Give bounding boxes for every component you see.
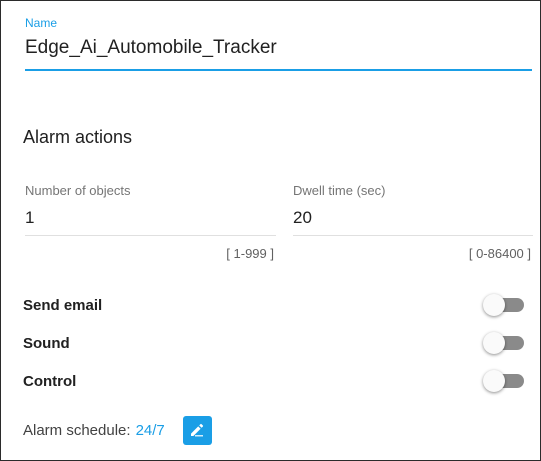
pencil-icon [191,423,204,437]
number-of-objects-range: [ 1-999 ] [226,246,274,261]
sound-toggle-thumb [483,332,505,354]
alarm-schedule-value[interactable]: 24/7 [136,422,165,439]
send-email-toggle[interactable] [483,294,525,316]
name-input[interactable] [25,36,532,60]
dwell-time-input[interactable] [293,208,533,228]
name-underline [25,69,532,71]
send-email-toggle-thumb [483,294,505,316]
control-row: Control [23,369,525,393]
dwell-time-range: [ 0-86400 ] [468,246,531,261]
dwell-time-label: Dwell time (sec) [293,183,386,198]
number-of-objects-label: Number of objects [25,183,131,198]
control-toggle[interactable] [483,370,525,392]
number-of-objects-field: Number of objects [ 1-999 ] [25,183,276,261]
send-email-label: Send email [23,296,103,314]
dwell-time-field: Dwell time (sec) [ 0-86400 ] [293,183,533,261]
edit-schedule-button[interactable] [182,415,212,445]
sound-toggle[interactable] [483,332,525,354]
alarm-actions-heading: Alarm actions [23,127,133,147]
control-label: Control [23,372,77,390]
alarm-schedule: Alarm schedule: 24/7 [23,415,212,445]
sound-row: Sound [23,331,525,355]
number-of-objects-underline [25,235,276,236]
dwell-time-underline [293,235,533,236]
name-label: Name [25,16,58,30]
send-email-row: Send email [23,293,525,317]
number-of-objects-input[interactable] [25,208,276,228]
alarm-settings-panel: Name Alarm actions Number of objects [ 1… [0,0,541,461]
control-toggle-thumb [483,370,505,392]
name-field: Name [25,16,532,71]
sound-label: Sound [23,334,70,352]
alarm-schedule-label: Alarm schedule: [23,421,131,439]
